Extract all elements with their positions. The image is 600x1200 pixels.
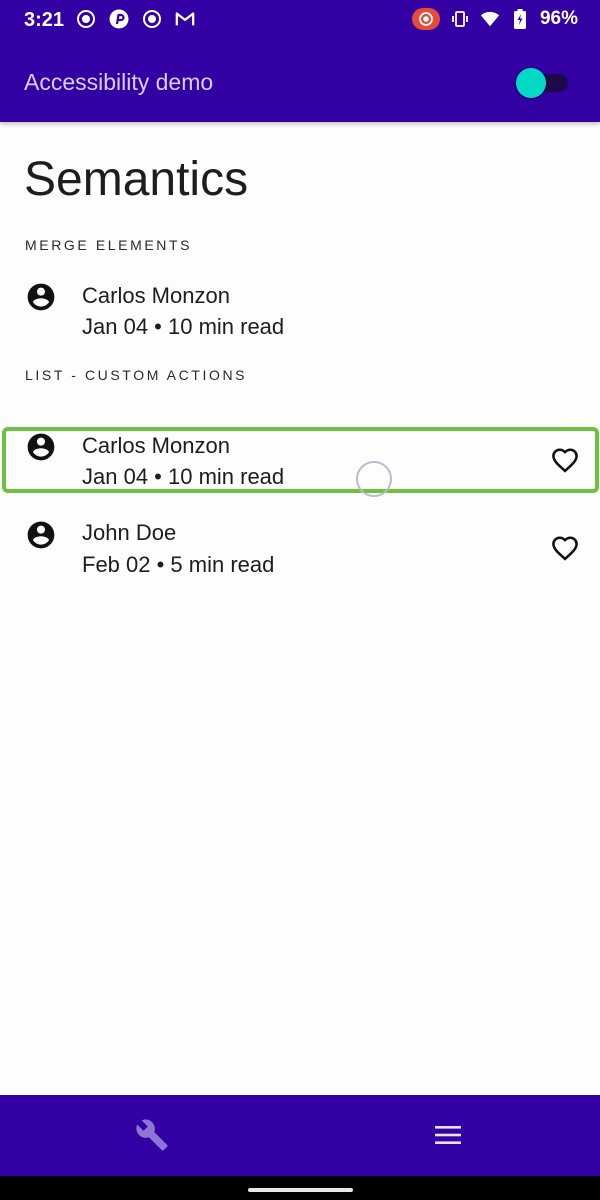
notification-icons	[76, 9, 195, 29]
pinterest-icon	[109, 9, 129, 29]
account-circle-icon	[25, 281, 57, 313]
dark-mode-toggle[interactable]	[516, 68, 568, 98]
app-screen: 3:21 96% Accessibility demo Semantics ME…	[0, 0, 600, 1200]
battery-icon	[510, 9, 530, 29]
post-meta: Jan 04 • 10 min read	[82, 314, 285, 339]
favorite-heart-icon[interactable]	[549, 532, 581, 564]
section-label-merge-elements: MERGE ELEMENTS	[25, 237, 193, 253]
record-icon	[76, 9, 96, 29]
battery-percent: 96%	[539, 8, 578, 29]
post-meta: Feb 02 • 5 min read	[82, 552, 275, 577]
section-label-custom-actions: LIST - CUSTOM ACTIONS	[25, 367, 248, 383]
screen-record-icon	[411, 8, 440, 30]
home-gesture-handle[interactable]	[248, 1188, 353, 1192]
app-title: Accessibility demo	[24, 69, 214, 95]
menu-icon[interactable]	[430, 1117, 466, 1153]
record-icon	[142, 9, 162, 29]
accessibility-focus-highlight	[2, 427, 599, 493]
vibrate-icon	[450, 9, 470, 29]
top-app-bar: Accessibility demo	[0, 42, 600, 122]
author-name: John Doe	[82, 520, 177, 545]
page-title: Semantics	[24, 153, 249, 206]
toggle-thumb	[516, 68, 546, 98]
bottom-app-bar	[0, 1095, 600, 1176]
status-bar: 3:21 96%	[0, 0, 600, 42]
account-circle-icon	[25, 519, 57, 551]
wrench-icon[interactable]	[134, 1117, 170, 1153]
system-indicators: 96%	[411, 8, 578, 30]
gmail-icon	[175, 9, 195, 29]
touch-indicator	[356, 461, 392, 497]
system-navigation-bar	[0, 1176, 600, 1200]
status-time: 3:21	[24, 9, 65, 31]
author-name: Carlos Monzon	[82, 283, 230, 308]
wifi-icon	[480, 9, 500, 29]
